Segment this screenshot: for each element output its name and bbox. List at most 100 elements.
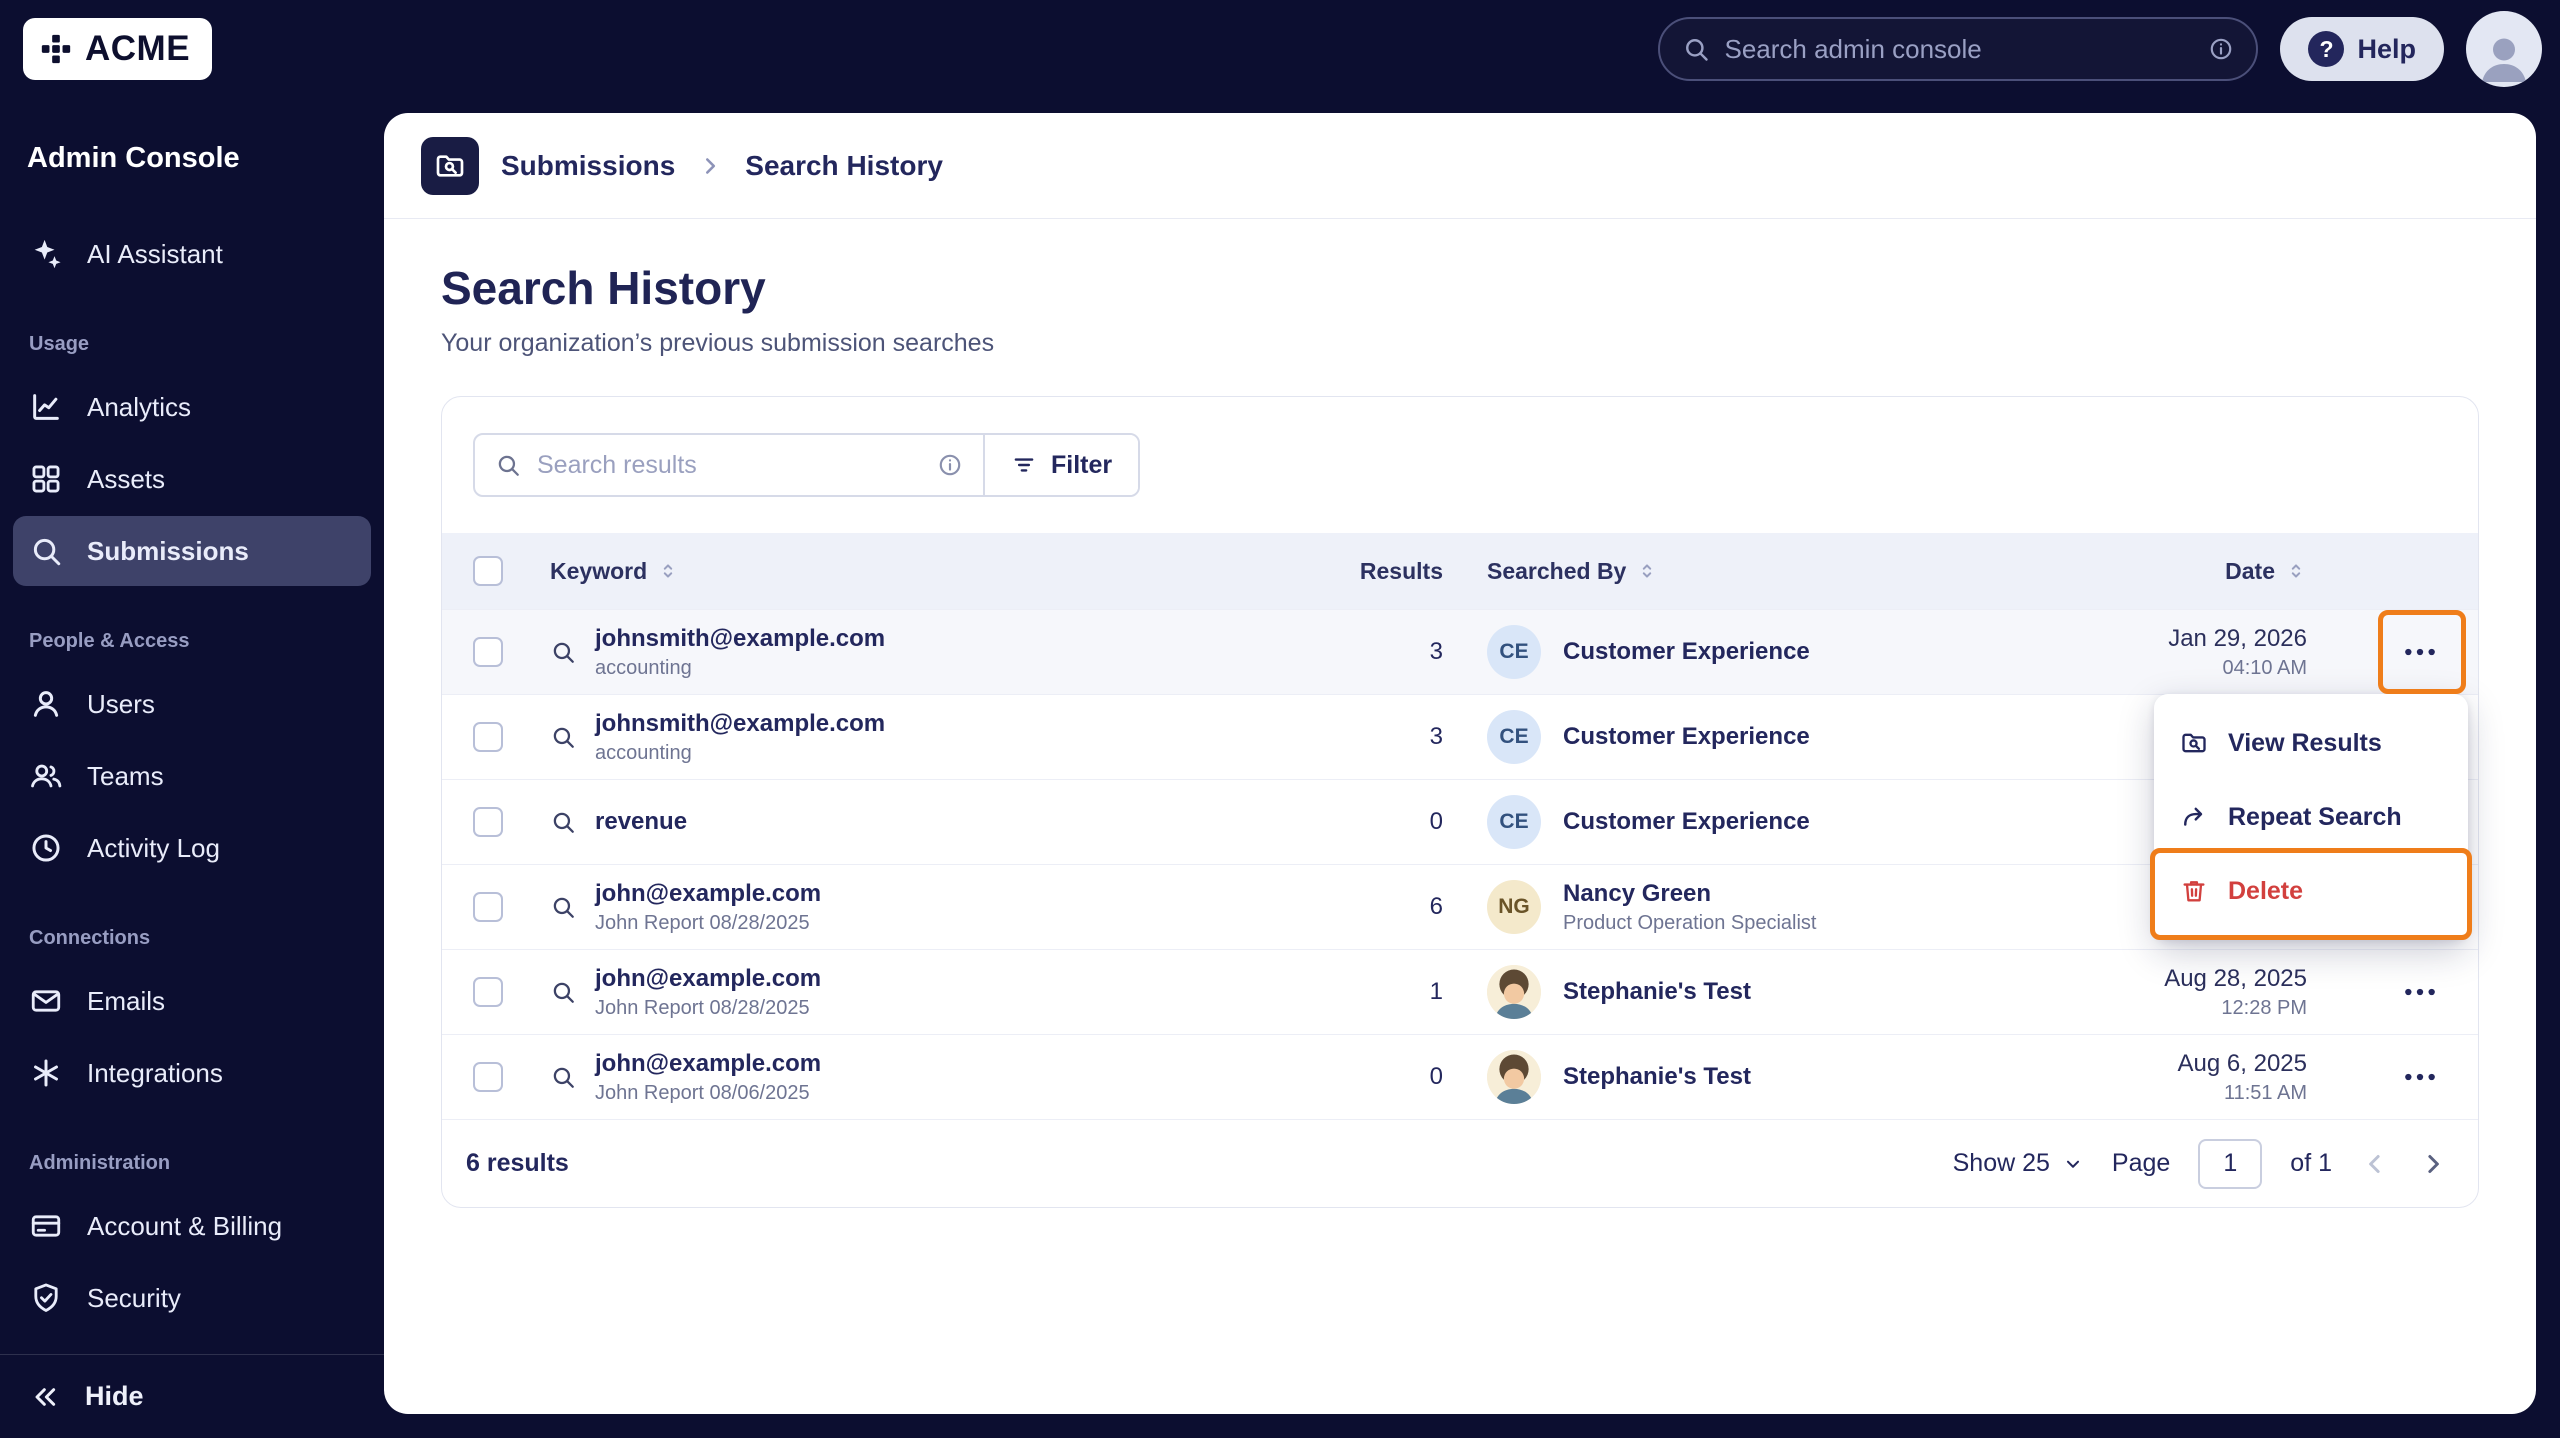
results-search-input[interactable] [537,450,921,480]
page-size-select[interactable]: Show 25 [1953,1149,2084,1178]
sidebar-item-activity-log[interactable]: Activity Log [13,813,371,883]
results-count: 0 [1429,808,1443,835]
envelope-icon [29,984,63,1018]
sidebar-item-submissions[interactable]: Submissions [13,516,371,586]
search-icon [1682,35,1710,63]
results-count: 3 [1429,638,1443,665]
sidebar-section-administration: Administration [29,1152,171,1174]
sidebar-item-ai-assistant[interactable]: AI Assistant [13,219,371,289]
searched-by-cell: CE Customer Experience [1453,625,2142,679]
searched-by-cell: Stephanie's Test [1453,1050,2142,1104]
grid-icon [29,462,63,496]
date-cell: Jan 29, 2026 04:10 AM [2168,624,2307,679]
breadcrumb-search-history: Search History [745,149,943,181]
row-actions-menu: View Results Repeat Search Delete [2154,694,2468,940]
chevron-down-icon [2062,1153,2084,1175]
avatar [1487,965,1541,1019]
folder-search-icon [421,136,479,195]
table-row: johnsmith@example.com accounting 3 CE Cus… [442,609,2478,694]
results-count: 3 [1429,723,1443,750]
repeat-search-menu-item[interactable]: Repeat Search [2154,780,2468,854]
shield-icon [29,1281,63,1315]
sidebar-item-teams[interactable]: Teams [13,741,371,811]
breadcrumb-submissions[interactable]: Submissions [501,150,675,182]
sidebar-hide-button[interactable]: Hide [0,1354,384,1438]
results-count-label: 6 results [466,1149,569,1177]
integration-icon [29,1056,63,1090]
row-checkbox[interactable] [473,722,503,752]
info-icon[interactable] [2208,36,2234,62]
avatar: CE [1487,795,1541,849]
line-chart-icon [29,390,63,424]
breadcrumb: Submissions Search History [384,113,2536,219]
clock-icon [29,831,63,865]
search-icon [550,979,576,1005]
delete-menu-item[interactable]: Delete [2154,854,2468,928]
sidebar-item-emails[interactable]: Emails [13,966,371,1036]
avatar: NG [1487,880,1541,934]
chevron-right-icon [697,153,723,179]
admin-console-search-input[interactable] [1724,33,2195,65]
filter-button[interactable]: Filter [983,435,1139,495]
keyword-cell: john@example.com John Report 08/06/2025 [550,1050,1312,1105]
admin-console-search[interactable] [1658,17,2259,81]
acme-logo: ACME [23,18,213,80]
view-results-menu-item[interactable]: View Results [2154,706,2468,780]
keyword-cell: johnsmith@example.com accounting [550,710,1312,765]
results-count: 1 [1429,978,1443,1005]
sidebar-item-label: AI Assistant [87,238,223,269]
next-page-button[interactable] [2418,1149,2448,1179]
pagination: Show 25 Page of 1 [1953,1138,2448,1189]
sidebar-item-security[interactable]: Security [13,1263,371,1333]
previous-page-button[interactable] [2360,1149,2390,1179]
row-checkbox[interactable] [473,1062,503,1092]
double-chevron-left-icon [29,1381,61,1413]
row-actions-button[interactable] [2392,1054,2448,1100]
searched-by-cell: Stephanie's Test [1453,965,2142,1019]
results-search-group: Filter [473,433,1141,497]
row-actions-button[interactable] [2392,969,2448,1015]
info-icon[interactable] [937,452,963,478]
sidebar-item-label: Emails [87,985,166,1016]
filter-icon [1011,452,1037,478]
trash-icon [2180,877,2208,905]
sidebar-item-label: Integrations [87,1057,223,1088]
sidebar: Admin Console AI Assistant Usage Analyti… [0,98,384,1438]
sidebar-title: Admin Console [27,142,240,174]
page-number-input[interactable] [2198,1138,2263,1189]
select-all-checkbox[interactable] [473,556,503,586]
filter-label: Filter [1051,450,1113,479]
row-actions-button[interactable] [2392,629,2448,675]
sort-icon[interactable] [1636,560,1658,582]
user-avatar[interactable] [2466,11,2542,87]
sort-icon[interactable] [2285,560,2307,582]
avatar: CE [1487,710,1541,764]
sidebar-item-integrations[interactable]: Integrations [13,1038,371,1108]
topbar: ACME ? Help [0,0,2560,98]
date-cell: Aug 28, 2025 12:28 PM [2164,964,2307,1019]
keyword-cell: john@example.com John Report 08/28/2025 [550,965,1312,1020]
keyword-cell: revenue [550,808,1312,836]
sidebar-item-analytics[interactable]: Analytics [13,372,371,442]
search-icon [495,452,521,478]
user-icon [29,687,63,721]
page-title: Search History [441,262,766,314]
sparkles-icon [29,237,63,271]
page-heading: Search History Your organization’s previ… [384,219,2536,358]
row-checkbox[interactable] [473,637,503,667]
results-search[interactable] [475,435,983,495]
repeat-icon [2180,803,2208,831]
brand-name: ACME [85,29,191,68]
row-checkbox[interactable] [473,977,503,1007]
question-icon: ? [2308,31,2345,67]
table-row: john@example.com John Report 08/28/2025 1… [442,949,2478,1034]
sort-icon[interactable] [657,560,679,582]
sidebar-item-account-billing[interactable]: Account & Billing [13,1191,371,1261]
help-button[interactable]: ? Help [2280,17,2444,81]
avatar [1487,1050,1541,1104]
sidebar-item-label: Submissions [87,535,249,566]
row-checkbox[interactable] [473,892,503,922]
row-checkbox[interactable] [473,807,503,837]
sidebar-item-users[interactable]: Users [13,669,371,739]
sidebar-item-assets[interactable]: Assets [13,444,371,514]
